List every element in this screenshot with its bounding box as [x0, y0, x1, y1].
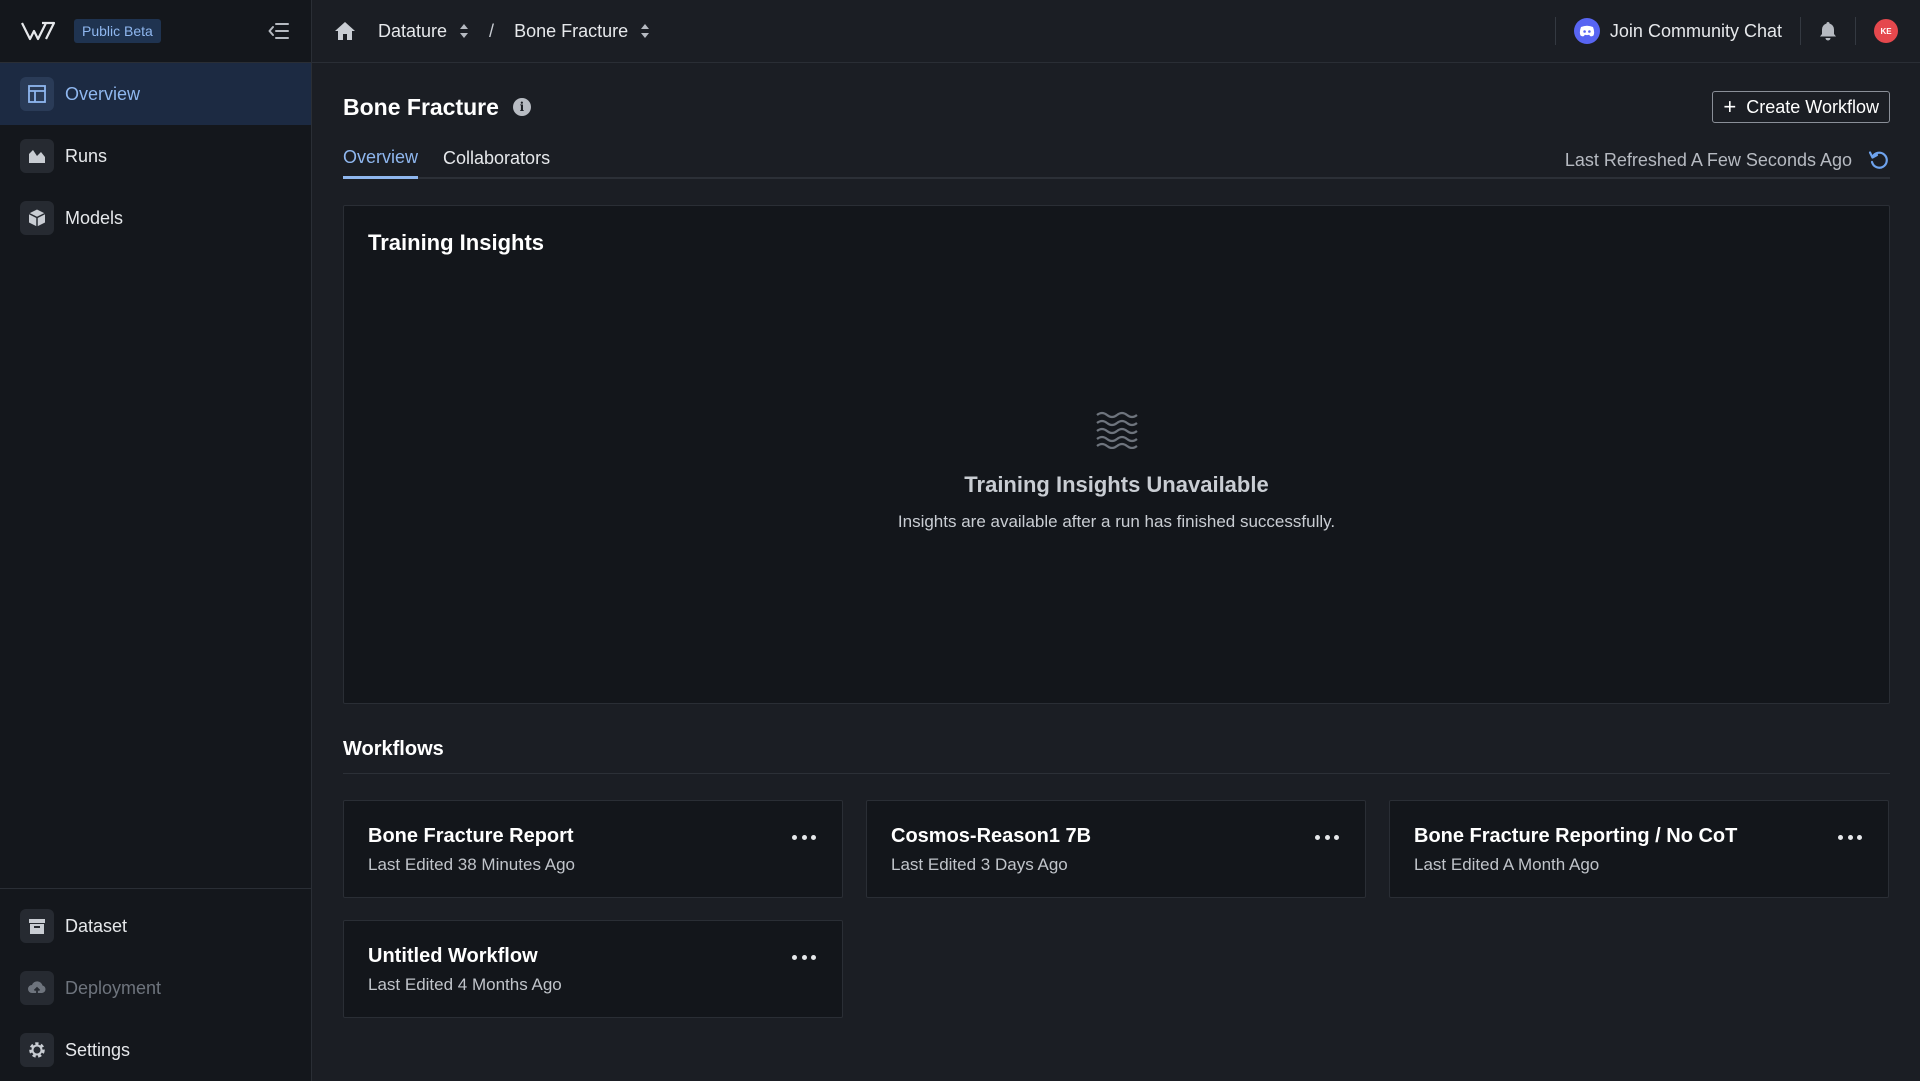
gear-icon — [20, 1033, 54, 1067]
title-row: Bone Fracture i + Create Workflow — [343, 63, 1890, 151]
workflow-title: Bone Fracture Report — [368, 825, 574, 847]
sidebar-header: Public Beta — [0, 0, 311, 63]
discord-icon — [1573, 18, 1600, 44]
breadcrumb-label: Bone Fracture — [514, 20, 629, 41]
sidebar-bottom: Dataset Deployment Settings — [0, 888, 311, 1081]
sidebar-item-dataset[interactable]: Dataset — [0, 895, 311, 957]
empty-state-title: Training Insights Unavailable — [964, 472, 1269, 497]
archive-icon — [20, 909, 54, 943]
breadcrumb-workspace[interactable]: Datature — [378, 21, 469, 42]
more-options-icon[interactable] — [1838, 831, 1862, 843]
empty-state-subtitle: Insights are available after a run has f… — [897, 512, 1336, 531]
sort-icon — [641, 24, 650, 38]
last-refreshed-label: Last Refreshed A Few Seconds Ago — [1564, 149, 1852, 170]
workflow-card[interactable]: Bone Fracture Report Last Edited 38 Minu… — [343, 800, 843, 898]
workflow-last-edited: Last Edited 4 Months Ago — [368, 975, 562, 994]
workflow-last-edited: Last Edited A Month Ago — [1414, 855, 1600, 874]
workflows-grid: Bone Fracture Report Last Edited 38 Minu… — [343, 800, 1890, 1018]
workflow-card[interactable]: Cosmos-Reason1 7B Last Edited 3 Days Ago — [866, 800, 1366, 898]
breadcrumb-label: Datature — [378, 20, 448, 41]
sidebar-item-runs[interactable]: Runs — [0, 125, 311, 187]
sort-icon — [460, 24, 469, 38]
workflow-last-edited: Last Edited 38 Minutes Ago — [368, 855, 575, 874]
info-icon[interactable]: i — [512, 98, 531, 116]
sidebar-item-deployment[interactable]: Deployment — [0, 957, 311, 1019]
datature-logo[interactable] — [20, 20, 56, 42]
sidebar-item-label: Deployment — [65, 977, 162, 998]
more-options-icon[interactable] — [792, 831, 816, 843]
workflow-title: Untitled Workflow — [368, 945, 538, 967]
breadcrumb-project[interactable]: Bone Fracture — [514, 21, 650, 42]
waves-icon — [1095, 411, 1138, 449]
divider — [1855, 17, 1856, 45]
cloud-upload-icon — [20, 971, 54, 1005]
sidebar-item-label: Runs — [65, 145, 108, 166]
topbar-right: Join Community Chat KE — [1537, 17, 1898, 45]
workflow-title: Bone Fracture Reporting / No CoT — [1414, 825, 1738, 847]
create-workflow-button[interactable]: + Create Workflow — [1712, 91, 1890, 123]
join-community-chat-button[interactable]: Join Community Chat — [1573, 18, 1782, 44]
layout-icon — [20, 77, 54, 111]
workflow-title: Cosmos-Reason1 7B — [891, 825, 1092, 847]
tab-overview[interactable]: Overview — [343, 147, 419, 179]
community-label: Join Community Chat — [1609, 20, 1782, 41]
empty-state: Training Insights Unavailable Insights a… — [344, 411, 1889, 532]
chart-area-icon — [20, 139, 54, 173]
create-workflow-label: Create Workflow — [1746, 96, 1879, 117]
cube-icon — [20, 201, 54, 235]
workflow-card[interactable]: Bone Fracture Reporting / No CoT Last Ed… — [1389, 800, 1889, 898]
main-content: Bone Fracture i + Create Workflow Overvi… — [343, 63, 1890, 1018]
workflows-heading: Workflows — [343, 738, 1890, 774]
public-beta-badge: Public Beta — [74, 19, 161, 43]
sidebar-item-label: Settings — [65, 1039, 131, 1060]
sidebar-item-overview[interactable]: Overview — [0, 63, 311, 125]
plus-icon: + — [1723, 94, 1737, 119]
training-insights-title: Training Insights — [368, 230, 545, 255]
avatar[interactable]: KE — [1874, 19, 1898, 43]
divider — [1800, 17, 1801, 45]
divider — [1554, 17, 1556, 45]
tab-collaborators[interactable]: Collaborators — [443, 148, 550, 177]
sidebar-item-label: Models — [65, 207, 124, 228]
sidebar-item-label: Overview — [65, 83, 141, 104]
page-title: Bone Fracture — [343, 93, 499, 120]
more-options-icon[interactable] — [792, 951, 816, 963]
home-icon[interactable] — [334, 21, 356, 41]
tabs: Overview Collaborators Last Refreshed A … — [343, 147, 1890, 179]
sidebar-item-label: Dataset — [65, 915, 128, 936]
sidebar-item-models[interactable]: Models — [0, 187, 311, 249]
breadcrumb-separator: / — [489, 20, 495, 41]
workflow-card[interactable]: Untitled Workflow Last Edited 4 Months A… — [343, 920, 843, 1018]
more-options-icon[interactable] — [1315, 831, 1339, 843]
sidebar-item-settings[interactable]: Settings — [0, 1019, 311, 1081]
bell-icon[interactable] — [1819, 21, 1837, 41]
refresh-icon[interactable] — [1868, 149, 1890, 171]
workflow-last-edited: Last Edited 3 Days Ago — [891, 855, 1068, 874]
training-insights-panel: Training Insights Training Insights Unav… — [343, 205, 1890, 704]
topbar: Datature / Bone Fracture Join Community … — [312, 0, 1920, 63]
collapse-sidebar-icon[interactable] — [267, 19, 291, 43]
last-refreshed: Last Refreshed A Few Seconds Ago — [1565, 149, 1890, 171]
sidebar: Public Beta Overview Runs Models Dataset… — [0, 0, 312, 1081]
